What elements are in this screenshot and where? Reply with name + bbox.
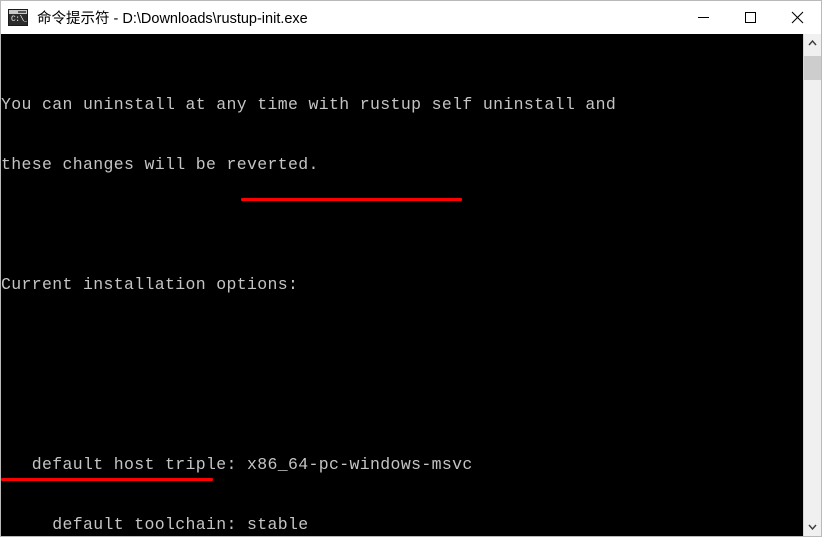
- scrollbar-thumb[interactable]: [804, 56, 821, 80]
- console-text-buffer[interactable]: You can uninstall at any time with rustu…: [1, 34, 803, 536]
- scrollbar-track[interactable]: [804, 52, 821, 518]
- maximize-icon: [745, 12, 756, 23]
- chevron-up-icon: [808, 40, 817, 46]
- console-line-default-toolchain: default toolchain: stable: [1, 515, 309, 534]
- console-line: these changes will be reverted.: [1, 155, 319, 174]
- close-button[interactable]: [774, 1, 821, 34]
- title-bar[interactable]: C:\_ 命令提示符 - D:\Downloads\rustup-init.ex…: [1, 1, 821, 34]
- close-icon: [791, 11, 804, 24]
- window-title: 命令提示符 - D:\Downloads\rustup-init.exe: [37, 11, 308, 27]
- minimize-icon: [698, 17, 709, 18]
- console-line-default-host-triple: default host triple: x86_64-pc-windows-m…: [1, 455, 473, 474]
- cmd-icon-prompt-glyph: C:\_: [11, 15, 28, 24]
- scrollbar-up-button[interactable]: [804, 34, 821, 52]
- title-bar-left: C:\_ 命令提示符 - D:\Downloads\rustup-init.ex…: [1, 7, 680, 28]
- chevron-down-icon: [808, 524, 817, 530]
- vertical-scrollbar[interactable]: [803, 34, 821, 536]
- cmd-console-icon: C:\_: [8, 9, 28, 26]
- maximize-button[interactable]: [727, 1, 774, 34]
- annotation-underline-msvc: [241, 198, 462, 201]
- console-line: Current installation options:: [1, 275, 299, 294]
- console-line: You can uninstall at any time with rustu…: [1, 95, 617, 114]
- annotation-underline-gnu: [1, 478, 213, 481]
- cmd-icon-titlebar-stripe: [9, 10, 27, 14]
- command-prompt-window: C:\_ 命令提示符 - D:\Downloads\rustup-init.ex…: [0, 0, 822, 537]
- console-output-area[interactable]: You can uninstall at any time with rustu…: [1, 34, 821, 536]
- window-controls: [680, 1, 821, 34]
- console-lines: You can uninstall at any time with rustu…: [1, 55, 708, 536]
- scrollbar-down-button[interactable]: [804, 518, 821, 536]
- minimize-button[interactable]: [680, 1, 727, 34]
